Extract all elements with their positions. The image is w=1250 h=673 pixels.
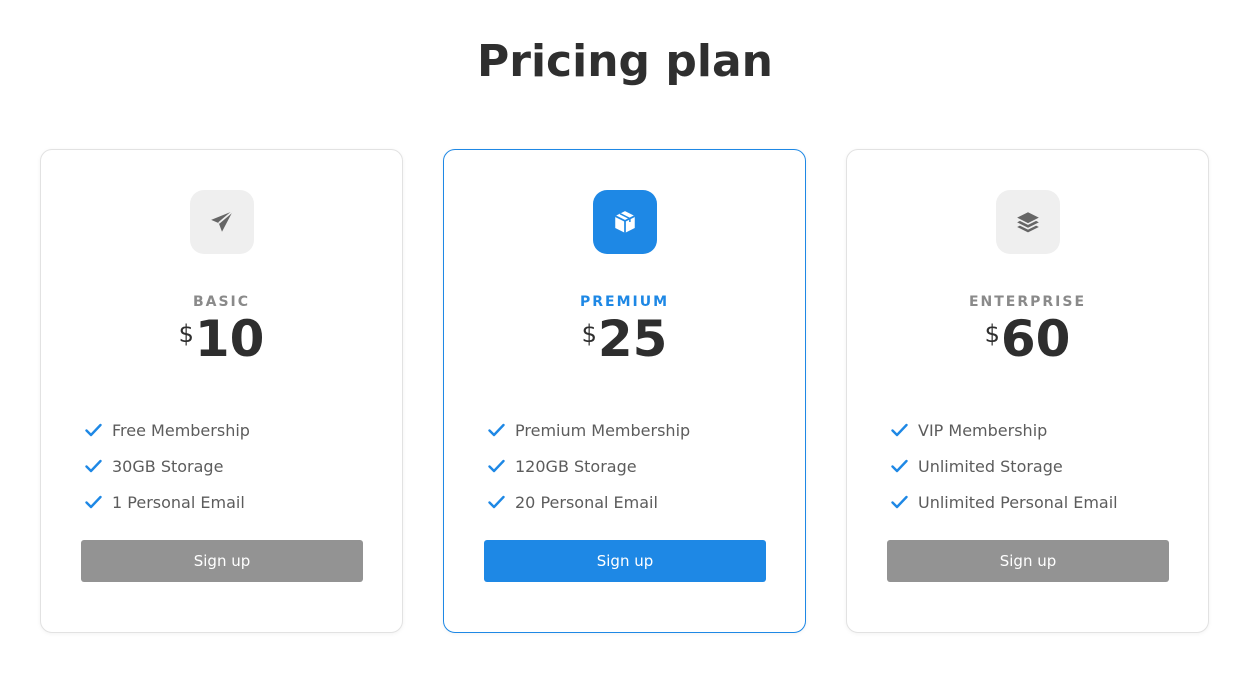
box-icon: [593, 190, 657, 254]
plan-name: BASIC: [192, 294, 251, 310]
feature-label: 1 Personal Email: [112, 492, 245, 512]
paper-plane-icon: [190, 190, 254, 254]
feature-list: Free Membership 30GB Storage 1 Personal …: [85, 412, 250, 520]
check-icon: [85, 495, 102, 509]
check-icon: [488, 495, 505, 509]
feature-label: 20 Personal Email: [515, 492, 658, 512]
feature-item: Free Membership: [85, 412, 250, 448]
feature-label: Unlimited Storage: [918, 456, 1063, 476]
feature-item: VIP Membership: [891, 412, 1118, 448]
pricing-cards: BASIC $10 Free Membership 30GB Storage 1…: [40, 149, 1210, 633]
price-amount: 60: [1000, 310, 1071, 368]
price-currency: $: [581, 320, 597, 348]
feature-item: 120GB Storage: [488, 448, 690, 484]
check-icon: [891, 495, 908, 509]
price-currency: $: [984, 320, 1000, 348]
feature-item: 30GB Storage: [85, 448, 250, 484]
feature-label: VIP Membership: [918, 420, 1048, 440]
feature-label: Free Membership: [112, 420, 250, 440]
check-icon: [891, 423, 908, 437]
feature-label: 30GB Storage: [112, 456, 224, 476]
feature-item: Premium Membership: [488, 412, 690, 448]
check-icon: [85, 459, 102, 473]
check-icon: [488, 423, 505, 437]
sign-up-button-enterprise[interactable]: Sign up: [887, 540, 1169, 582]
feature-item: 20 Personal Email: [488, 484, 690, 520]
pricing-card-premium: PREMIUM $25 Premium Membership 120GB Sto…: [443, 149, 806, 633]
feature-item: Unlimited Personal Email: [891, 484, 1118, 520]
check-icon: [488, 459, 505, 473]
layers-icon: [996, 190, 1060, 254]
plan-price: $25: [444, 314, 805, 364]
feature-label: Premium Membership: [515, 420, 691, 440]
plan-name: ENTERPRISE: [968, 294, 1087, 310]
sign-up-button-premium[interactable]: Sign up: [484, 540, 766, 582]
plan-name: PREMIUM: [579, 294, 670, 310]
feature-label: Unlimited Personal Email: [918, 492, 1118, 512]
check-icon: [891, 459, 908, 473]
feature-list: Premium Membership 120GB Storage 20 Pers…: [488, 412, 690, 520]
price-amount: 25: [597, 310, 668, 368]
pricing-card-basic: BASIC $10 Free Membership 30GB Storage 1…: [40, 149, 403, 633]
plan-price: $10: [41, 314, 402, 364]
price-amount: 10: [194, 310, 265, 368]
feature-list: VIP Membership Unlimited Storage Unlimit…: [891, 412, 1118, 520]
check-icon: [85, 423, 102, 437]
feature-item: Unlimited Storage: [891, 448, 1118, 484]
plan-price: $60: [847, 314, 1208, 364]
sign-up-button-basic[interactable]: Sign up: [81, 540, 363, 582]
page-title: Pricing plan: [477, 36, 773, 87]
feature-label: 120GB Storage: [515, 456, 637, 476]
pricing-card-enterprise: ENTERPRISE $60 VIP Membership Unlimited …: [846, 149, 1209, 633]
price-currency: $: [178, 320, 194, 348]
feature-item: 1 Personal Email: [85, 484, 250, 520]
